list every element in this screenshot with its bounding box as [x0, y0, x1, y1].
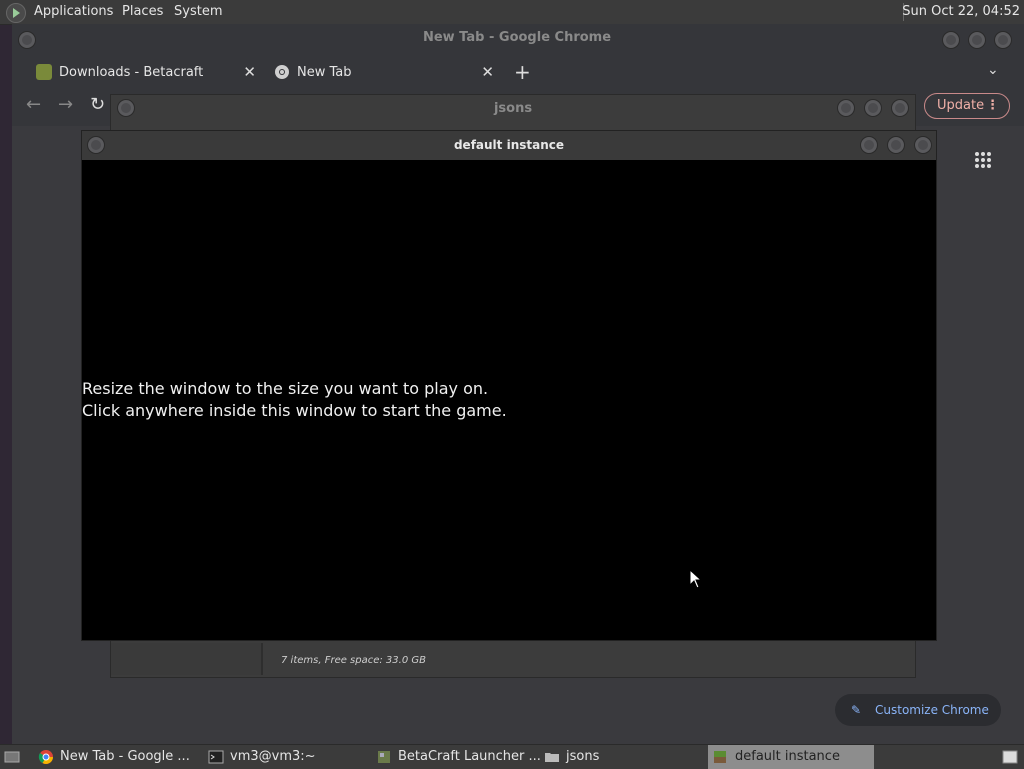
- taskbar-item-betacraft[interactable]: BetaCraft Launcher ...: [376, 745, 541, 769]
- forward-arrow-icon[interactable]: →: [58, 94, 73, 115]
- instruction-line-1: Resize the window to the size you want t…: [82, 379, 489, 398]
- customize-chrome-button[interactable]: ✎ Customize Chrome: [835, 694, 1001, 726]
- reload-icon[interactable]: ↻: [90, 94, 105, 115]
- taskbar-item-default-instance[interactable]: default instance: [708, 745, 874, 769]
- clock[interactable]: Sun Oct 22, 04:52: [902, 4, 1020, 19]
- betacraft-icon: [378, 751, 390, 763]
- apps-grid-icon[interactable]: [974, 150, 992, 174]
- betacraft-icon: [36, 64, 52, 80]
- taskbar: New Tab - Google ... vm3@vm3:~ BetaCraft…: [0, 744, 1024, 769]
- sidebar: [111, 643, 263, 675]
- terminal-icon: [208, 750, 224, 764]
- taskbar-item-chrome[interactable]: New Tab - Google ...: [38, 745, 198, 769]
- chrome-window-title: New Tab - Google Chrome: [422, 30, 612, 45]
- file-manager-title: jsons: [493, 101, 533, 116]
- maximize-button[interactable]: [887, 136, 905, 154]
- top-panel: Applications Places System Sun Oct 22, 0…: [0, 0, 1024, 25]
- taskbar-label: New Tab - Google ...: [60, 749, 190, 764]
- app-menu-logo-icon[interactable]: [6, 3, 26, 23]
- taskbar-label: vm3@vm3:~: [230, 749, 316, 764]
- tab-label: Downloads - Betacraft: [59, 65, 204, 80]
- system-menu[interactable]: System: [174, 4, 222, 19]
- close-button[interactable]: [994, 31, 1012, 49]
- game-canvas[interactable]: Resize the window to the size you want t…: [82, 160, 936, 640]
- minimize-button[interactable]: [942, 31, 960, 49]
- close-button[interactable]: [891, 99, 909, 117]
- tab-new-tab[interactable]: New Tab ✕: [264, 60, 500, 86]
- maximize-button[interactable]: [968, 31, 986, 49]
- maximize-button[interactable]: [864, 99, 882, 117]
- taskbar-label: default instance: [735, 749, 840, 764]
- chrome-icon: [275, 65, 289, 79]
- start-instructions: Resize the window to the size you want t…: [82, 378, 507, 422]
- instruction-line-2: Click anywhere inside this window to sta…: [82, 401, 507, 420]
- taskbar-label: jsons: [566, 749, 600, 764]
- tab-strip: Downloads - Betacraft ✕ New Tab ✕ + ⌄: [12, 56, 1024, 86]
- game-window-title: default instance: [453, 138, 565, 152]
- customize-label: Customize Chrome: [875, 703, 989, 717]
- more-vertical-icon[interactable]: ⋮: [986, 94, 999, 118]
- workspace-switcher-icon[interactable]: [1002, 745, 1022, 769]
- game-window: default instance Resize the window to th…: [81, 130, 937, 641]
- close-tab-icon[interactable]: ✕: [243, 63, 256, 81]
- back-arrow-icon[interactable]: ←: [26, 94, 41, 115]
- close-tab-icon[interactable]: ✕: [481, 63, 494, 81]
- places-menu[interactable]: Places: [122, 4, 163, 19]
- update-button[interactable]: Update ⋮: [924, 93, 1010, 119]
- taskbar-label: BetaCraft Launcher ...: [398, 749, 541, 764]
- minecraft-icon: [714, 751, 726, 763]
- update-label: Update: [937, 98, 985, 113]
- pencil-icon: ✎: [851, 703, 862, 717]
- taskbar-item-jsons[interactable]: jsons: [544, 745, 694, 769]
- minimize-button[interactable]: [860, 136, 878, 154]
- minimize-button[interactable]: [837, 99, 855, 117]
- applications-menu[interactable]: Applications: [34, 4, 113, 19]
- new-tab-plus-icon[interactable]: +: [514, 60, 531, 84]
- show-desktop-icon[interactable]: [2, 745, 22, 769]
- status-bar: 7 items, Free space: 33.0 GB: [281, 655, 426, 666]
- tab-search-chevron-down-icon[interactable]: ⌄: [987, 62, 999, 78]
- folder-icon: [545, 753, 559, 762]
- tab-label: New Tab: [297, 65, 352, 80]
- tab-downloads-betacraft[interactable]: Downloads - Betacraft ✕: [26, 60, 262, 86]
- taskbar-item-terminal[interactable]: vm3@vm3:~: [208, 745, 358, 769]
- chrome-icon: [38, 750, 53, 764]
- close-button[interactable]: [914, 136, 932, 154]
- mouse-cursor-icon: [689, 569, 703, 589]
